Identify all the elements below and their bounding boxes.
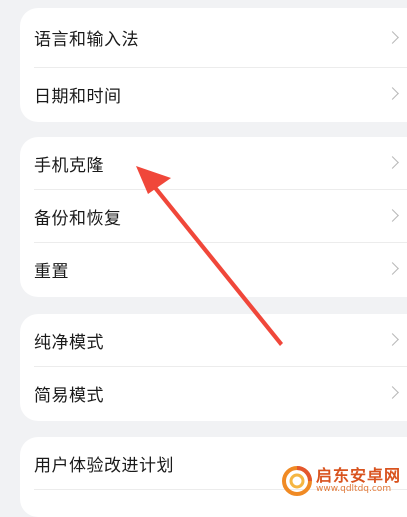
setting-label: 备份和恢复	[34, 208, 122, 229]
setting-label: 语言和输入法	[34, 30, 139, 50]
setting-phone-clone[interactable]: 手机克隆	[20, 137, 407, 189]
setting-label: 手机克隆	[34, 155, 104, 176]
chevron-right-icon	[386, 156, 399, 169]
setting-label: 纯净模式	[34, 332, 104, 353]
setting-date-time[interactable]: 日期和时间	[20, 68, 407, 120]
setting-label: 简易模式	[34, 385, 104, 406]
watermark-logo-icon	[282, 466, 312, 496]
chevron-right-icon	[386, 30, 399, 44]
settings-group-2: 手机克隆 备份和恢复 重置	[20, 137, 407, 297]
settings-group-3: 纯净模式 简易模式	[20, 314, 407, 421]
watermark-title: 启东安卓网	[316, 465, 402, 485]
setting-label: 用户体验改进计划	[34, 455, 174, 476]
setting-pure-mode[interactable]: 纯净模式	[20, 314, 407, 366]
setting-label: 重置	[34, 261, 69, 282]
setting-reset[interactable]: 重置	[20, 243, 407, 295]
chevron-right-icon	[386, 262, 399, 275]
setting-simple-mode[interactable]: 简易模式	[20, 367, 407, 419]
chevron-right-icon	[386, 386, 399, 399]
settings-group-1: 语言和输入法 日期和时间	[20, 8, 407, 122]
chevron-right-icon	[386, 333, 399, 346]
chevron-right-icon	[386, 209, 399, 222]
chevron-right-icon	[386, 87, 399, 100]
watermark-text: 启东安卓网 www.qdltdq.com	[316, 465, 402, 494]
setting-backup-restore[interactable]: 备份和恢复	[20, 190, 407, 242]
setting-language-input[interactable]: 语言和输入法	[20, 8, 407, 67]
watermark: 启东安卓网 www.qdltdq.com	[282, 466, 401, 496]
watermark-url: www.qdltdq.com	[316, 483, 392, 494]
setting-label: 日期和时间	[34, 86, 122, 107]
